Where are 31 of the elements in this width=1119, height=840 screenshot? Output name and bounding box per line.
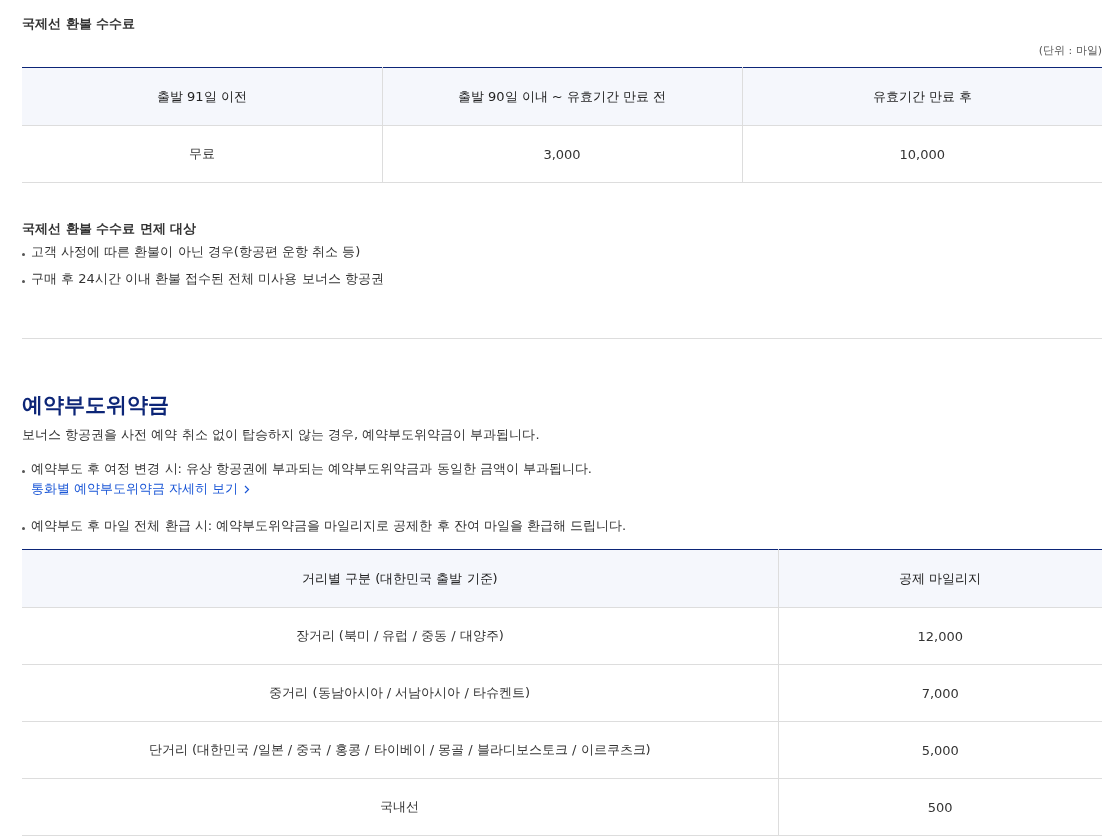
table-cell: 7,000 [778, 664, 1102, 722]
table-cell: 12,000 [778, 607, 1102, 665]
section-description: 보너스 항공권을 사전 예약 취소 없이 탑승하지 않는 경우, 예약부도위약금이 부과됩니다. [22, 426, 541, 444]
list-item-text: 예약부도 후 여정 변경 시: 유상 항공권에 부과되는 예약부도위약금과 동일한 금액이 부과됩니다. [31, 460, 592, 478]
bullet-icon [22, 253, 25, 256]
table-cell: 10,000 [742, 125, 1102, 183]
list-item-text: 구매 후 24시간 이내 환불 접수된 전체 미사용 보너스 항공권 [31, 270, 384, 288]
bullet-icon [22, 527, 25, 530]
table-cell: 장거리 (북미 / 유럽 / 중동 / 대양주) [22, 607, 778, 665]
section-subtitle: 국제선 환불 수수료 [22, 15, 137, 33]
table-cell: 단거리 (대한민국 /일본 / 중국 / 홍콩 / 타이베이 / 몽골 / 블라디보스토크 / 이르쿠츠크) [22, 721, 778, 779]
table-cell: 5,000 [778, 721, 1102, 779]
section-subtitle: 국제선 환불 수수료 면제 대상 [22, 220, 198, 238]
table-cell: 500 [778, 778, 1102, 836]
table-header-cell: 거리별 구분 (대한민국 출발 기준) [22, 549, 778, 608]
chevron-right-icon [244, 484, 251, 494]
table-cell: 무료 [22, 125, 382, 183]
list-item-text: 예약부도 후 마일 전체 환급 시: 예약부도위약금을 마일리지로 공제한 후 잔여 마일을 환급해 드립니다. [31, 517, 627, 535]
table-cell: 중거리 (동남아시아 / 서남아시아 / 타슈켄트) [22, 664, 778, 722]
details-link[interactable]: 통화별 예약부도위약금 자세히 보기 [31, 479, 251, 499]
list-item-text: 고객 사정에 따른 환불이 아닌 경우(항공편 운항 취소 등) [31, 243, 361, 261]
bullet-icon [22, 470, 25, 473]
table-cell: 3,000 [382, 125, 742, 183]
table-header-cell: 출발 91일 이전 [22, 67, 382, 126]
table-header-cell: 출발 90일 이내 ~ 유효기간 만료 전 [382, 67, 742, 126]
section-heading: 예약부도위약금 [22, 392, 170, 419]
table-header-cell: 유효기간 만료 후 [742, 67, 1102, 126]
bullet-icon [22, 280, 25, 283]
table-cell: 국내선 [22, 778, 778, 836]
table-header-cell: 공제 마일리지 [778, 549, 1102, 608]
unit-note: (단위 : 마일) [1038, 44, 1102, 57]
